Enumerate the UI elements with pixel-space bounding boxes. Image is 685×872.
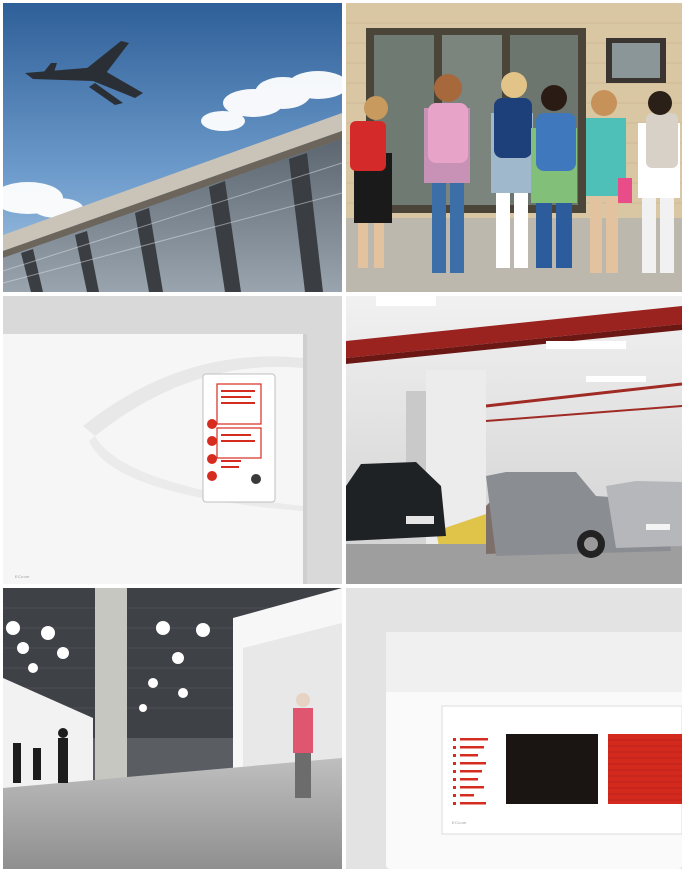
panel-brand-label: ECcom (15, 574, 30, 579)
photo-collage-grid: ECcom ECcom (0, 0, 685, 872)
panel-brand-label: ECcom (452, 820, 467, 825)
photo-schoolchildren (346, 3, 682, 292)
red-speaker-grille (608, 734, 682, 804)
mannequin (293, 693, 313, 798)
photo-shopping-mall (3, 588, 342, 869)
photo-parking-garage (346, 296, 682, 584)
photo-fire-alarm-panel: ECcom (3, 296, 342, 584)
mall-pillar (95, 588, 127, 803)
black-display (506, 734, 598, 804)
photo-airport-terminal (3, 3, 342, 292)
photo-voice-alarm-panel: ECcom (346, 588, 682, 869)
